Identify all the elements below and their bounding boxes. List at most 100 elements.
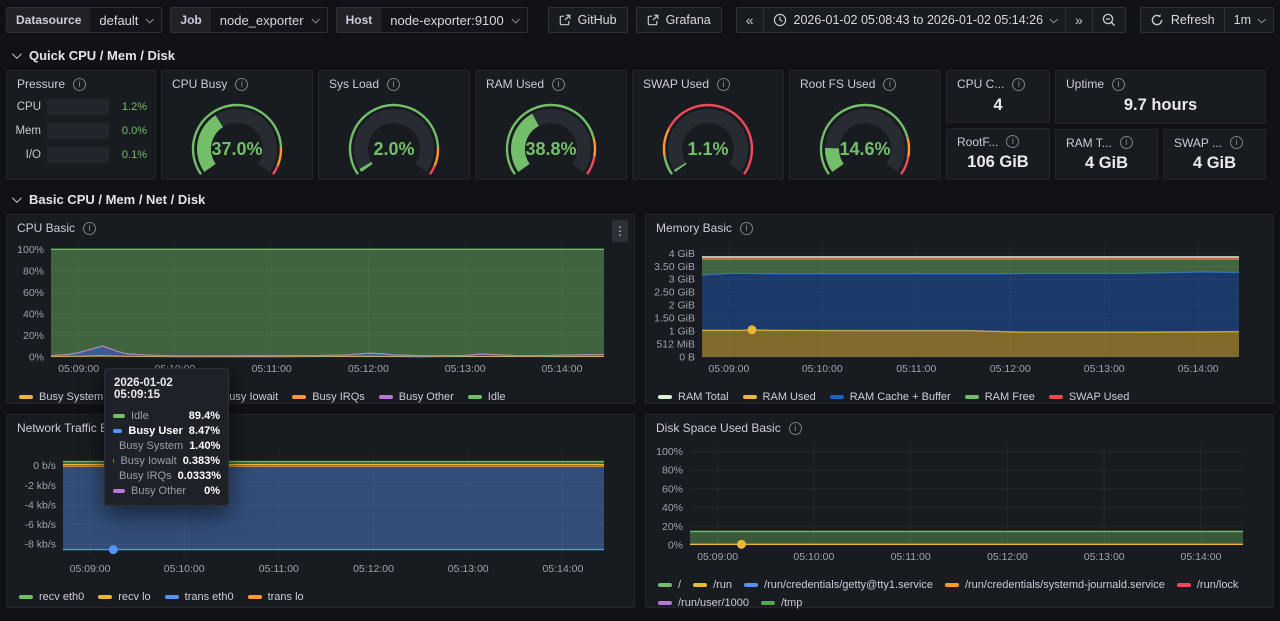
panel-menu-button[interactable] — [612, 220, 628, 242]
time-zoom-out-button[interactable] — [1092, 8, 1125, 32]
panel-title-row[interactable]: Pressure — [7, 71, 155, 95]
legend-color-dash — [830, 395, 844, 399]
datasource-select[interactable]: default — [90, 8, 161, 32]
info-icon[interactable] — [387, 78, 400, 91]
section-quick-cpu-mem-disk[interactable]: Quick CPU / Mem / Disk — [0, 39, 1280, 70]
job-picker[interactable]: Job node_exporter — [170, 7, 327, 33]
panel-title-row[interactable]: RAM T... — [1056, 130, 1157, 154]
info-icon[interactable] — [1012, 78, 1025, 91]
legend-label: trans lo — [268, 589, 304, 605]
legend-label: Idle — [488, 389, 506, 405]
svg-text:-2 kb/s: -2 kb/s — [24, 480, 56, 492]
svg-text:40%: 40% — [662, 502, 683, 514]
info-icon[interactable] — [789, 422, 802, 435]
info-icon[interactable] — [740, 222, 753, 235]
legend-item[interactable]: /run/credentials/systemd-journald.servic… — [945, 577, 1165, 593]
panel-title-row[interactable]: RootF... — [947, 129, 1049, 153]
svg-text:-8 kb/s: -8 kb/s — [24, 539, 56, 551]
gauge-value: 37.0% — [162, 139, 312, 160]
job-select[interactable]: node_exporter — [211, 8, 327, 32]
time-range-button[interactable]: 2026-01-02 05:08:43 to 2026-01-02 05:14:… — [763, 8, 1066, 32]
legend-label: /tmp — [781, 595, 802, 611]
refresh-button[interactable]: Refresh — [1141, 8, 1224, 32]
panel-title-row[interactable]: Network Traffic Basic — [7, 415, 634, 439]
panel-pressure: Pressure CPU 1.2% Mem 0.0% I/O 0.1% — [6, 70, 156, 180]
chevron-down-icon — [511, 15, 519, 23]
legend-item[interactable]: / — [658, 577, 681, 593]
legend-item[interactable]: /tmp — [761, 595, 802, 611]
legend-color-dash — [743, 395, 757, 399]
legend-item[interactable]: Busy IRQs — [292, 389, 365, 405]
info-icon[interactable] — [1112, 78, 1125, 91]
tooltip-series-dash — [113, 459, 114, 463]
legend-label: / — [678, 577, 681, 593]
legend-item[interactable]: recv eth0 — [19, 589, 84, 605]
gauge-value: 38.8% — [476, 139, 626, 160]
zoom-out-icon — [1102, 13, 1116, 27]
panel-title-row[interactable]: Uptime — [1056, 71, 1265, 95]
panel-title-row[interactable]: CPU Busy — [162, 71, 312, 95]
legend-item[interactable]: RAM Total — [658, 389, 729, 405]
refresh-interval-select[interactable]: 1m — [1224, 8, 1273, 32]
datasource-picker[interactable]: Datasource default — [6, 7, 162, 33]
info-icon[interactable] — [1006, 135, 1019, 148]
section-basic-cpu-mem-net-disk[interactable]: Basic CPU / Mem / Net / Disk — [0, 180, 1280, 214]
info-icon[interactable] — [717, 78, 730, 91]
host-picker[interactable]: Host node-exporter:9100 — [336, 7, 528, 33]
panel-title-row[interactable]: Root FS Used — [790, 71, 940, 95]
panel-rootfs-total: RootF... 106 GiB — [946, 128, 1050, 181]
github-link-button[interactable]: GitHub — [548, 7, 628, 33]
panel-title-row[interactable]: SWAP ... — [1164, 130, 1265, 154]
legend-item[interactable]: /run/lock — [1177, 577, 1239, 593]
legend-item[interactable]: /run — [693, 577, 732, 593]
disk-space-chart[interactable]: 100%80%60%40%20%0%05:09:0005:10:0005:11:… — [646, 439, 1273, 571]
info-icon[interactable] — [552, 78, 565, 91]
panel-title-row[interactable]: CPU C... — [947, 71, 1049, 95]
info-icon[interactable] — [883, 78, 896, 91]
toolbar: Datasource default Job node_exporter Hos… — [0, 0, 1280, 39]
host-select[interactable]: node-exporter:9100 — [381, 8, 526, 32]
panel-title-row[interactable]: Disk Space Used Basic — [646, 415, 1273, 439]
legend-item[interactable]: Idle — [468, 389, 506, 405]
tooltip-series-value: 0.383% — [183, 455, 220, 467]
legend-item[interactable]: RAM Free — [965, 389, 1035, 405]
legend-item[interactable]: Busy System — [19, 389, 103, 405]
tooltip-series-name: Busy Other — [131, 485, 198, 497]
info-icon[interactable] — [235, 78, 248, 91]
legend-item[interactable]: trans lo — [248, 589, 304, 605]
legend-item[interactable]: /run/credentials/getty@tty1.service — [744, 577, 933, 593]
legend-item[interactable]: Busy Other — [379, 389, 454, 405]
legend-item[interactable]: recv lo — [98, 589, 150, 605]
panel-title-row[interactable]: CPU Basic — [7, 215, 634, 239]
svg-text:05:10:00: 05:10:00 — [802, 363, 843, 375]
tooltip-series-name: Busy IRQs — [119, 470, 172, 482]
panel-title-row[interactable]: Memory Basic — [646, 215, 1273, 239]
legend-color-dash — [965, 395, 979, 399]
info-icon[interactable] — [1120, 136, 1133, 149]
cpu-basic-chart[interactable]: 100%80%60%40%20%0%05:09:0005:10:0005:11:… — [7, 239, 634, 383]
info-icon[interactable] — [73, 78, 86, 91]
time-shift-forward-button[interactable] — [1065, 8, 1092, 32]
legend-item[interactable]: SWAP Used — [1049, 389, 1130, 405]
panel-title-row[interactable]: Sys Load — [319, 71, 469, 95]
info-icon[interactable] — [1230, 136, 1243, 149]
legend-item[interactable]: /run/user/1000 — [658, 595, 749, 611]
legend-item[interactable]: trans eth0 — [165, 589, 234, 605]
panel-uptime: Uptime 9.7 hours — [1055, 70, 1266, 124]
time-shift-back-button[interactable] — [737, 8, 763, 32]
svg-text:05:11:00: 05:11:00 — [896, 363, 936, 375]
legend-color-dash — [744, 583, 758, 587]
legend-item[interactable]: RAM Cache + Buffer — [830, 389, 951, 405]
gauge-value: 14.6% — [790, 139, 940, 160]
info-icon[interactable] — [83, 222, 96, 235]
legend-item[interactable]: RAM Used — [743, 389, 816, 405]
legend-label: recv eth0 — [39, 589, 84, 605]
panel-title-row[interactable]: SWAP Used — [633, 71, 783, 95]
grafana-link-button[interactable]: Grafana — [636, 7, 722, 33]
pressure-value: 0.0% — [115, 125, 147, 137]
pressure-label: I/O — [13, 149, 41, 161]
memory-basic-chart[interactable]: 4 GiB3.50 GiB3 GiB2.50 GiB2 GiB1.50 GiB1… — [646, 239, 1273, 383]
legend-label: RAM Free — [985, 389, 1035, 405]
panel-title-row[interactable]: RAM Used — [476, 71, 626, 95]
network-traffic-chart[interactable]: 0 b/s-2 kb/s-4 kb/s-6 kb/s-8 kb/s05:09:0… — [7, 439, 634, 583]
